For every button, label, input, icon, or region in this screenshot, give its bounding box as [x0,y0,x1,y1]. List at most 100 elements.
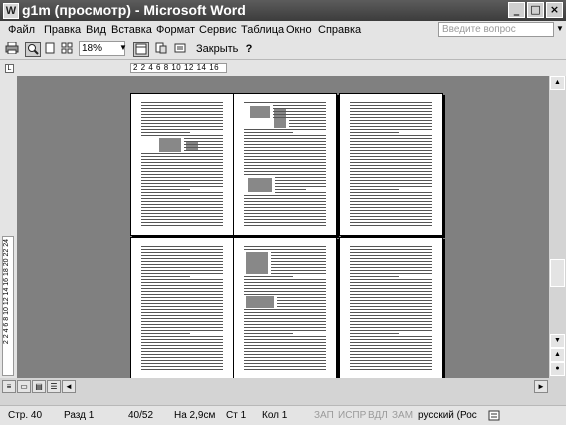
page-text-line [244,354,326,355]
view-ruler-icon[interactable] [133,42,149,57]
page-text-line [244,216,326,217]
preview-page[interactable] [130,237,234,380]
status-page-of: 40/52 [128,410,154,421]
page-text-line [350,264,432,265]
page-text-line [244,135,326,136]
preview-page[interactable] [339,93,443,236]
page-text-line [350,144,432,145]
scroll-up-icon[interactable]: ▲ [550,76,565,90]
close-window-button[interactable]: × [546,2,563,18]
print-layout-icon[interactable]: ▤ [32,380,46,393]
page-text-line [141,162,223,163]
page-text-line [141,246,223,247]
help-question-input[interactable]: Введите вопрос [438,22,554,37]
page-text-line [350,192,432,193]
page-text-line [244,246,326,247]
page-text-line [350,183,432,184]
menu-table[interactable]: Таблица [241,24,284,36]
spelling-status-icon[interactable] [488,410,502,424]
menu-file[interactable]: Файл [8,24,35,36]
zoom-dropdown-arrow-icon[interactable]: ▼ [119,43,127,52]
page-text-line [350,249,432,250]
page-text-line [141,132,191,133]
scroll-left-icon[interactable]: ◄ [62,380,76,393]
outline-view-icon[interactable]: ☰ [47,380,61,393]
status-rec[interactable]: ЗАП [314,410,334,421]
menu-view[interactable]: Вид [86,24,106,36]
close-preview-button[interactable]: Закрыть [196,43,238,55]
page-image-placeholder [250,106,270,118]
page-text-line [350,207,432,208]
page-text-line [350,162,432,163]
menu-window[interactable]: Окно [286,24,312,36]
context-help-icon: ? [245,43,253,55]
scroll-down-icon[interactable]: ▼ [550,334,565,348]
help-dropdown-arrow-icon[interactable]: ▼ [556,24,564,33]
horizontal-ruler[interactable]: 2 2 4 6 8 10 12 14 16 [130,63,227,73]
page-text-line [271,264,326,265]
page-text-line [244,363,326,364]
page-text-line [350,369,432,370]
print-preview-toolbar: 18% ▼ Закрыть ? [0,40,566,60]
page-text-line [244,312,326,313]
minimize-button[interactable]: _ [508,2,525,18]
page-text-line [275,180,326,181]
status-track[interactable]: ИСПР [338,410,366,421]
page-text-line [244,165,326,166]
page-text-line [244,249,326,250]
page-text-line [350,321,432,322]
full-screen-icon[interactable] [172,42,188,57]
page-text-line [141,204,223,205]
context-help-button[interactable]: ? [238,42,260,57]
page-text-line [350,309,432,310]
page-text-line [141,327,223,328]
print-icon[interactable] [4,41,20,57]
page-text-line [141,168,223,169]
page-text-line [141,255,223,256]
vertical-scrollbar[interactable]: ▲ ▼ ▲ ● [549,76,566,378]
page-image-placeholder [246,296,274,308]
select-browse-object-icon[interactable]: ● [550,362,565,376]
scroll-thumb[interactable] [550,259,565,287]
previous-page-icon[interactable]: ▲ [550,348,565,362]
preview-page[interactable] [339,237,443,380]
menu-format[interactable]: Формат [156,24,195,36]
page-text-line [244,351,326,352]
scroll-right-icon[interactable]: ► [534,380,548,393]
word-app-icon[interactable]: W [3,3,19,19]
page-text-line [350,114,432,115]
page-text-line [350,129,432,130]
menu-help[interactable]: Справка [318,24,361,36]
multiple-pages-icon[interactable] [59,42,75,57]
web-layout-icon[interactable]: ▭ [17,380,31,393]
page-text-line [350,318,432,319]
menu-insert[interactable]: Вставка [111,24,152,36]
page-text-line [350,336,432,337]
page-text-line [244,156,326,157]
page-text-line [350,252,432,253]
preview-page[interactable] [130,93,234,236]
preview-page[interactable] [233,237,337,380]
page-image-placeholder [248,178,272,192]
status-page: Стр. 40 [8,410,43,421]
tab-selector[interactable]: L [5,64,14,73]
status-extend[interactable]: ВДЛ [368,410,388,421]
status-overtype[interactable]: ЗАМ [392,410,413,421]
menu-edit[interactable]: Правка [44,24,81,36]
menu-tools[interactable]: Сервис [199,24,237,36]
one-page-icon[interactable] [42,42,58,57]
page-text-line [244,102,326,103]
horizontal-scrollbar[interactable]: ≡ ▭ ▤ ☰ ◄ ► [0,378,566,395]
preview-page[interactable] [233,93,337,236]
page-text-line [244,147,326,148]
vertical-ruler[interactable]: 2 2 4 6 8 10 12 14 16 18 20 22 24 [2,236,14,376]
page-text-line [141,258,223,259]
page-text-line [350,165,432,166]
page-text-line [141,291,223,292]
normal-view-icon[interactable]: ≡ [2,380,16,393]
page-text-line [350,171,432,172]
page-text-line [350,111,432,112]
maximize-button[interactable]: □ [527,2,544,18]
magnifier-icon[interactable] [25,42,41,57]
shrink-to-fit-icon[interactable] [153,42,169,57]
